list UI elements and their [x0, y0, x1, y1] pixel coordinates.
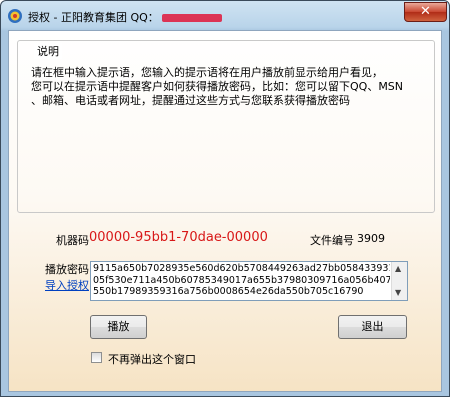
description-group: 说明 请在框中输入提示语，您输入的提示语将在用户播放前显示给用户看见， 您可以在…: [17, 40, 435, 213]
dont-show-again-label[interactable]: 不再弹出这个窗口: [108, 351, 196, 367]
close-icon: ✕: [420, 4, 431, 19]
password-scrollbar[interactable]: ▲ ▼: [391, 262, 407, 300]
dont-show-again-checkbox[interactable]: [91, 352, 102, 363]
play-button[interactable]: 播放: [90, 315, 147, 339]
scroll-down-icon[interactable]: ▼: [395, 288, 401, 297]
exit-button[interactable]: 退出: [338, 315, 407, 339]
password-label: 播放密码: [45, 263, 89, 276]
scroll-up-icon[interactable]: ▲: [395, 264, 401, 273]
password-input[interactable]: 9115a650b7028935e560d620b5708449263ad27b…: [90, 261, 408, 301]
dialog-body: 说明 请在框中输入提示语，您输入的提示语将在用户播放前显示给用户看见， 您可以在…: [8, 30, 442, 392]
password-input-text[interactable]: 9115a650b7028935e560d620b5708449263ad27b…: [93, 263, 390, 298]
title-bar[interactable]: 授权 - 正阳教育集团 QQ： ✕: [1, 1, 449, 29]
window-title: 授权 - 正阳教育集团 QQ：: [28, 9, 222, 25]
redacted-qq-number: [161, 14, 222, 22]
file-number-label: 文件编号: [310, 234, 354, 247]
close-button[interactable]: ✕: [404, 2, 447, 22]
app-icon: [8, 9, 22, 23]
description-text: 请在框中输入提示语，您输入的提示语将在用户播放前显示给用户看见， 您可以在提示语…: [31, 66, 404, 107]
import-license-link[interactable]: 导入授权: [45, 277, 89, 293]
group-legend: 说明: [34, 43, 62, 59]
machine-code-value: 00000-95bb1-70dae-00000: [89, 230, 268, 245]
file-number-value: 3909: [357, 232, 385, 245]
authorization-dialog: 授权 - 正阳教育集团 QQ： ✕ 说明 请在框中输入提示语，您输入的提示语将在…: [0, 0, 450, 397]
machine-code-label: 机器码: [56, 234, 89, 247]
